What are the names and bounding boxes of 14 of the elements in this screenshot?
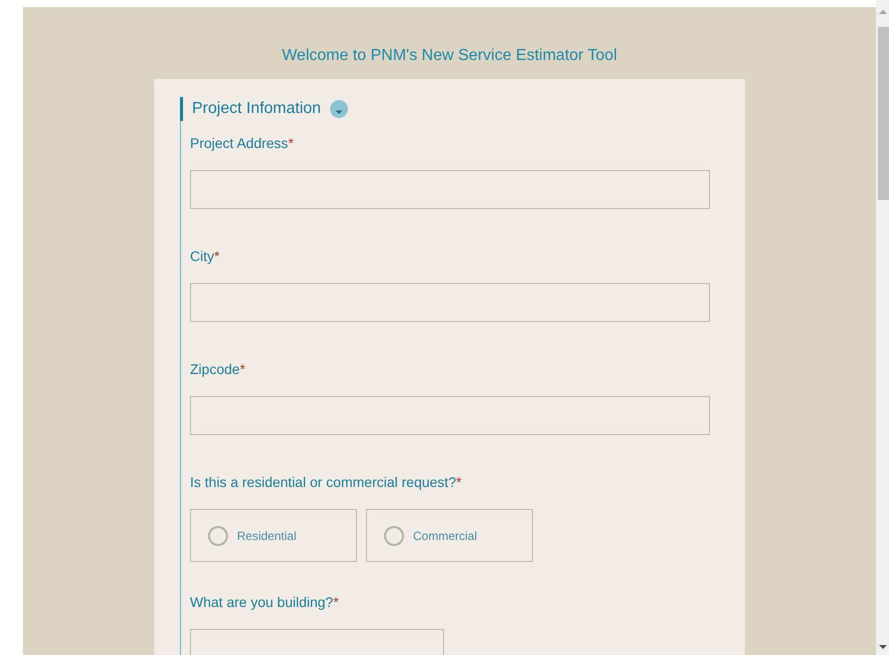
- field-label: Is this a residential or commercial request?: [190, 473, 456, 492]
- radio-option[interactable]: Commercial: [366, 509, 533, 562]
- radio-option[interactable]: Residential: [190, 509, 357, 562]
- field-label: What are you building?: [190, 593, 334, 612]
- section-title: Project Infomation: [192, 99, 321, 119]
- required-mark: *: [456, 473, 462, 492]
- page-title: Welcome to PNM's New Service Estimator Tool: [280, 46, 618, 66]
- required-mark: *: [214, 247, 220, 266]
- field-label: Project Address: [190, 134, 288, 153]
- required-mark: *: [240, 360, 246, 379]
- field-label: Zipcode: [190, 360, 240, 379]
- required-mark: *: [288, 134, 294, 153]
- required-mark: *: [333, 593, 339, 612]
- field-label: City: [190, 247, 214, 266]
